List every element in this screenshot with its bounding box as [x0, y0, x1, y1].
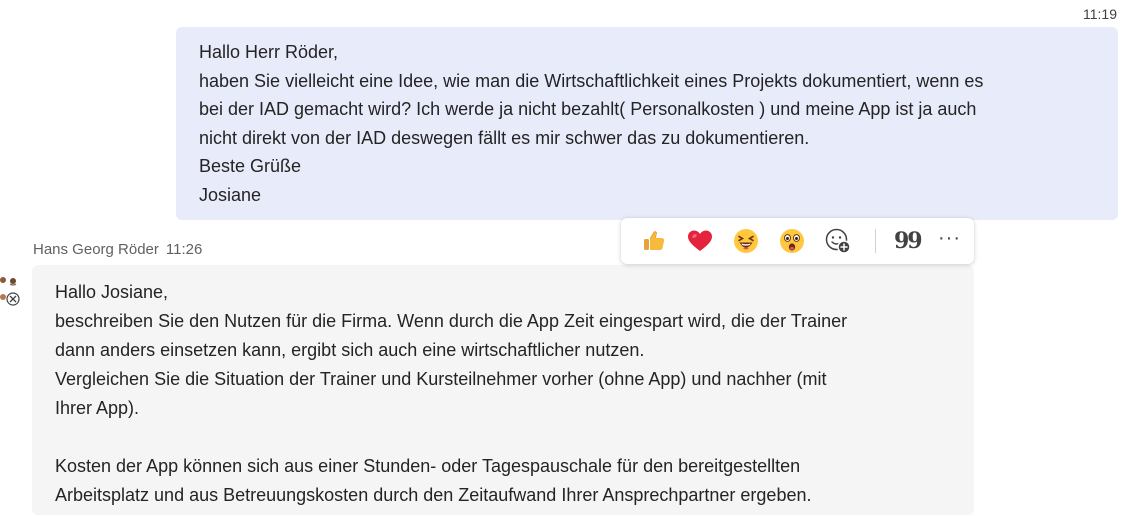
quote-icon: 99: [894, 228, 923, 254]
add-reaction-button[interactable]: [825, 228, 851, 254]
reply-quote-button[interactable]: 99: [894, 228, 923, 254]
message-line: beschreiben Sie den Nutzen für die Firma…: [55, 311, 848, 331]
message-line: Hallo Josiane,: [55, 282, 169, 302]
reaction-heart-button[interactable]: [687, 228, 713, 254]
reaction-like-button[interactable]: [641, 228, 667, 254]
avatar-group-icon: [0, 277, 20, 306]
divider: [875, 229, 876, 253]
message-line: Hallo Herr Röder,: [199, 42, 339, 62]
message-line: Beste Grüße: [199, 156, 302, 176]
message-time: 11:26: [165, 241, 203, 258]
message-line: Arbeitsplatz und aus Betreuungskosten du…: [55, 485, 812, 505]
chat-view: 11:19 Hallo Herr Röder, haben Sie vielle…: [0, 0, 1123, 517]
message-line: Ihrer App).: [55, 398, 140, 418]
message-line: dann anders einsetzen kann, ergibt sich …: [55, 340, 645, 360]
reaction-laugh-button[interactable]: [733, 228, 759, 254]
sender-name: Hans Georg Röder: [33, 241, 159, 258]
reaction-bar: 99 ···: [621, 218, 974, 264]
surprised-icon: [780, 229, 804, 253]
laughing-icon: [734, 229, 758, 253]
heart-icon: [688, 230, 712, 251]
message-line: bei der IAD gemacht wird? Ich werde ja n…: [199, 99, 977, 119]
own-message-bubble[interactable]: Hallo Herr Röder, haben Sie vielleicht e…: [176, 27, 1118, 220]
more-options-button[interactable]: ···: [938, 228, 961, 248]
message-line: Vergleichen Sie die Situation der Traine…: [55, 369, 827, 389]
own-message-time: 11:19: [1083, 6, 1117, 22]
other-message-bubble[interactable]: Hallo Josiane, beschreiben Sie den Nutze…: [32, 265, 974, 515]
message-line: Josiane: [199, 184, 262, 205]
avatar[interactable]: [0, 266, 22, 312]
more-options-icon: ···: [938, 227, 961, 249]
add-reaction-icon: [825, 228, 851, 254]
message-header: Hans Georg Röder 11:26: [33, 241, 202, 258]
message-line: nicht direkt von der IAD deswegen fällt …: [199, 127, 810, 148]
reaction-surprised-button[interactable]: [779, 228, 805, 254]
thumbs-up-icon: [644, 231, 665, 250]
message-line: haben Sie vielleicht eine Idee, wie man …: [199, 70, 984, 91]
message-line: Kosten der App können sich aus einer Stu…: [55, 456, 801, 476]
